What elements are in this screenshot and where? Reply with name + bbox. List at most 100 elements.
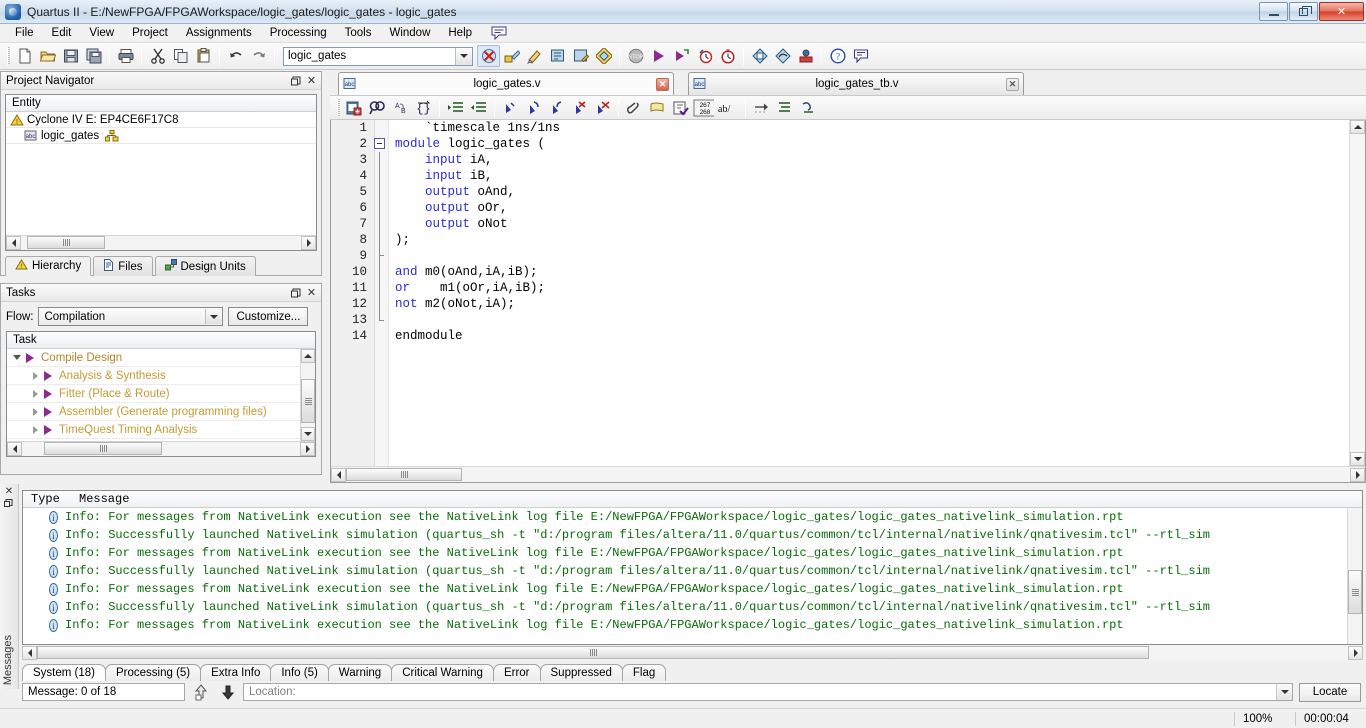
restore-button[interactable] xyxy=(1289,2,1318,21)
start-compilation-icon[interactable] xyxy=(647,45,670,67)
message-row[interactable]: i Info: Successfully launched NativeLink … xyxy=(23,598,1347,616)
hscroll-track[interactable] xyxy=(37,646,1348,660)
paste-icon[interactable] xyxy=(192,45,215,67)
scroll-left-icon[interactable] xyxy=(6,236,21,250)
message-tab-flag[interactable]: Flag xyxy=(621,664,667,681)
close-button[interactable]: ✕ xyxy=(1319,2,1364,21)
scroll-right-icon[interactable] xyxy=(1348,646,1363,660)
code-line[interactable]: 9 xyxy=(331,248,1349,264)
message-row[interactable]: i Info: For messages from NativeLink exec… xyxy=(23,616,1347,634)
bookmark-next-icon[interactable] xyxy=(522,97,545,119)
editor-vscrollbar[interactable] xyxy=(1349,120,1365,466)
bookmark-add-icon[interactable] xyxy=(499,97,522,119)
code-content[interactable]: 1 `timescale 1ns/1ns 2 module logic_gates … xyxy=(331,120,1349,466)
fold-collapse-icon[interactable] xyxy=(371,136,389,152)
expand-closed-icon[interactable] xyxy=(29,425,41,434)
message-tab-critical-warning[interactable]: Critical Warning xyxy=(391,664,494,681)
compile-icon2[interactable] xyxy=(592,45,615,67)
code-line[interactable]: 4 input iB, xyxy=(331,168,1349,184)
messages-grid[interactable]: Type Message i Info: For messages from Na… xyxy=(22,490,1363,645)
expand-closed-icon[interactable] xyxy=(29,407,41,416)
stop-compilation-icon[interactable] xyxy=(477,45,500,67)
abc-spell-icon[interactable]: ab/ xyxy=(715,97,741,119)
bookmark-clear-icon[interactable] xyxy=(568,97,591,119)
tasks-close-icon[interactable]: ✕ xyxy=(304,286,319,300)
close-icon[interactable]: ✕ xyxy=(304,74,319,88)
messages-close-icon[interactable]: ✕ xyxy=(5,486,13,497)
save-all-icon[interactable] xyxy=(82,45,105,67)
attach-icon[interactable] xyxy=(623,97,646,119)
code-line[interactable]: 14 endmodule xyxy=(331,328,1349,344)
scroll-right-icon[interactable] xyxy=(300,442,315,456)
scroll-up-icon[interactable] xyxy=(1350,120,1365,134)
programmer-icon[interactable] xyxy=(794,45,817,67)
expand-closed-icon[interactable] xyxy=(29,371,41,380)
match-brace-icon[interactable]: {} xyxy=(412,97,435,119)
vscroll-thumb[interactable] xyxy=(301,379,315,423)
menu-help[interactable]: Help xyxy=(439,25,481,41)
timing-analyzer2-icon[interactable] xyxy=(716,45,739,67)
task-row-timequest[interactable]: TimeQuest Timing Analysis xyxy=(7,421,315,439)
toolbar-grip[interactable] xyxy=(7,47,10,65)
flow-select[interactable]: Compilation xyxy=(38,307,224,326)
scroll-left-icon[interactable] xyxy=(7,442,22,456)
message-tab-suppressed[interactable]: Suppressed xyxy=(539,664,623,681)
goto-icon[interactable] xyxy=(750,97,773,119)
next-message-button[interactable] xyxy=(216,682,239,702)
open-file-icon[interactable] xyxy=(36,45,59,67)
message-tab-processing-5[interactable]: Processing (5) xyxy=(105,664,202,681)
message-tab-info-5[interactable]: Info (5) xyxy=(270,664,329,681)
menu-assignments[interactable]: Assignments xyxy=(177,25,261,41)
message-bubble-toolbar-icon[interactable] xyxy=(849,45,872,67)
scroll-up-icon[interactable] xyxy=(301,349,315,363)
hscroll-thumb[interactable] xyxy=(37,646,1149,659)
hscroll-track[interactable] xyxy=(346,467,1350,482)
run-task-icon[interactable] xyxy=(41,388,55,399)
hscroll-thumb[interactable] xyxy=(346,467,462,481)
messages-hscrollbar[interactable] xyxy=(22,645,1363,661)
tab-files[interactable]: Files xyxy=(93,256,153,276)
technology-viewer-icon[interactable] xyxy=(771,45,794,67)
hscroll-track[interactable] xyxy=(22,442,300,456)
message-tab-system-18[interactable]: System (18) xyxy=(22,664,106,681)
tasks-undock-icon[interactable] xyxy=(289,286,304,300)
hscroll-track[interactable] xyxy=(21,236,301,250)
menu-tools[interactable]: Tools xyxy=(336,25,381,41)
code-line[interactable]: 2 module logic_gates ( xyxy=(331,136,1349,152)
settings-icon[interactable] xyxy=(546,45,569,67)
messages-undock-icon[interactable] xyxy=(4,499,14,511)
code-editor[interactable]: 1 `timescale 1ns/1ns 2 module logic_gates … xyxy=(330,120,1366,483)
timing-analyzer-icon[interactable] xyxy=(693,45,716,67)
code-line[interactable]: 5 output oAnd, xyxy=(331,184,1349,200)
run-task-icon[interactable] xyxy=(41,406,55,417)
line-numbers-icon[interactable]: 267 268 xyxy=(692,97,715,119)
doc-tab-close-icon[interactable]: ✕ xyxy=(1006,77,1019,91)
task-row-assembler[interactable]: Assembler (Generate programming files) xyxy=(7,403,315,421)
messages-row-list[interactable]: i Info: For messages from NativeLink exec… xyxy=(23,508,1347,644)
scroll-right-icon[interactable] xyxy=(1350,467,1365,482)
message-tab-warning[interactable]: Warning xyxy=(327,664,393,681)
task-tree-vscrollbar[interactable] xyxy=(300,349,315,441)
undo-format-icon[interactable] xyxy=(796,97,819,119)
device-icon[interactable] xyxy=(569,45,592,67)
check-syntax-icon[interactable] xyxy=(669,97,692,119)
new-file-icon[interactable] xyxy=(13,45,36,67)
message-bubble-icon[interactable] xyxy=(491,26,507,40)
message-row[interactable]: i Info: For messages from NativeLink exec… xyxy=(23,580,1347,598)
save-file-icon[interactable] xyxy=(59,45,82,67)
cut-icon[interactable] xyxy=(146,45,169,67)
project-combo[interactable]: logic_gates xyxy=(283,46,473,66)
pin-planner-icon[interactable] xyxy=(500,45,523,67)
message-row[interactable]: i Info: Successfully launched NativeLink … xyxy=(23,562,1347,580)
help-icon[interactable]: ? xyxy=(826,45,849,67)
hscroll-thumb[interactable] xyxy=(27,236,105,249)
code-line[interactable]: 3 input iA, xyxy=(331,152,1349,168)
doc-tab-logic-gates-v[interactable]: abc logic_gates.v ✕ xyxy=(338,72,674,95)
editor-hscrollbar[interactable] xyxy=(331,466,1365,482)
code-line[interactable]: 6 output oOr, xyxy=(331,200,1349,216)
previous-message-button[interactable] xyxy=(189,682,212,702)
doc-tab-logic-gates-tb-v[interactable]: abc logic_gates_tb.v ✕ xyxy=(688,72,1024,95)
task-row-analysis-synthesis[interactable]: Analysis & Synthesis xyxy=(7,367,315,385)
copy-icon[interactable] xyxy=(169,45,192,67)
scroll-down-icon[interactable] xyxy=(301,427,315,441)
